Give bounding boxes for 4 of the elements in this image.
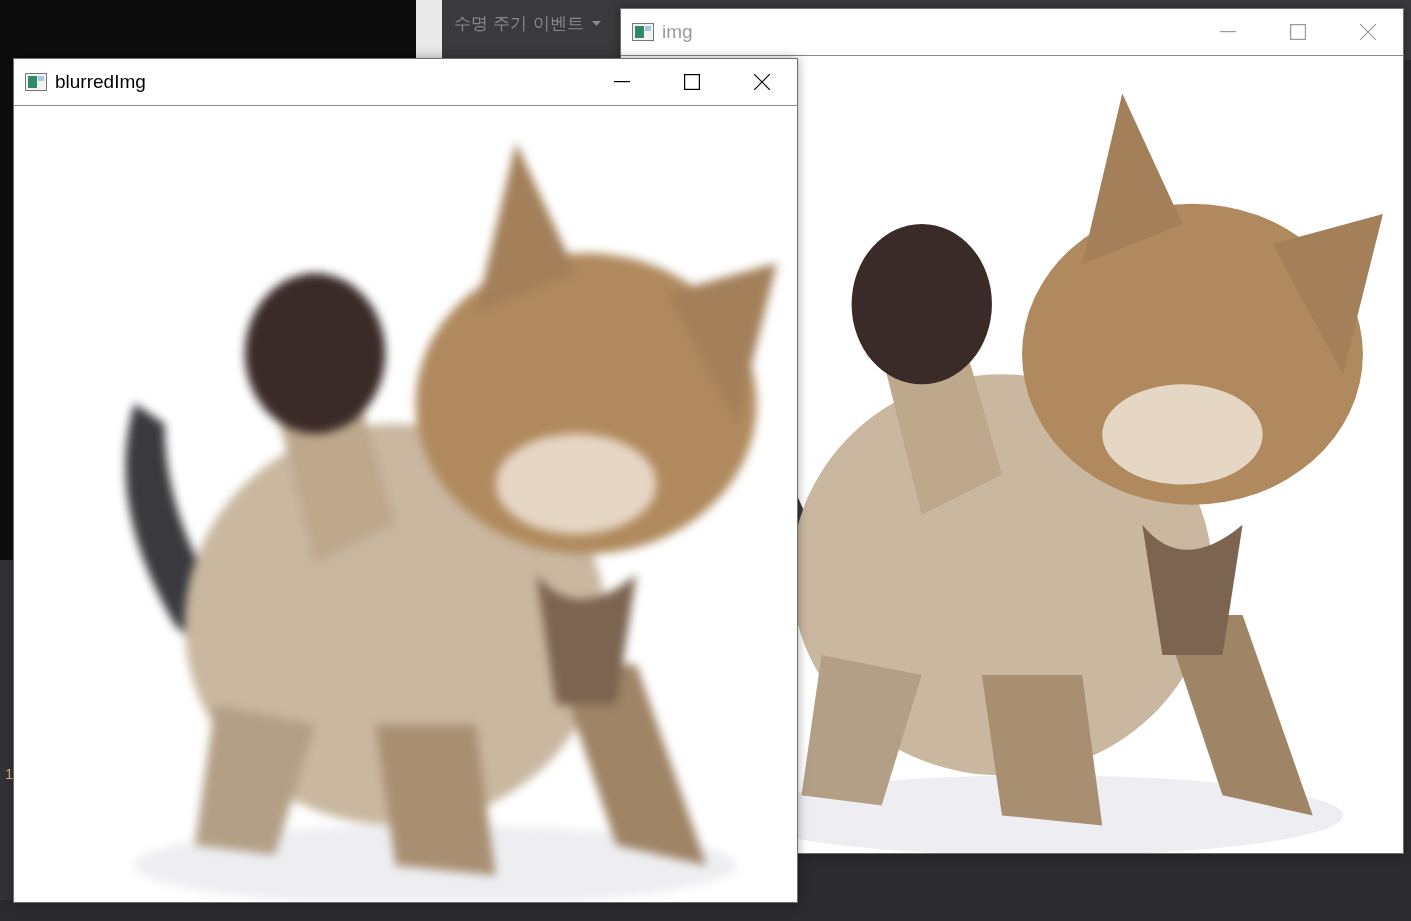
event-dropdown[interactable]: 수명 주기 이벤트 bbox=[450, 12, 605, 35]
line-number: 1 bbox=[5, 765, 14, 782]
window-title: blurredImg bbox=[55, 71, 147, 93]
window-title: img bbox=[662, 21, 694, 43]
